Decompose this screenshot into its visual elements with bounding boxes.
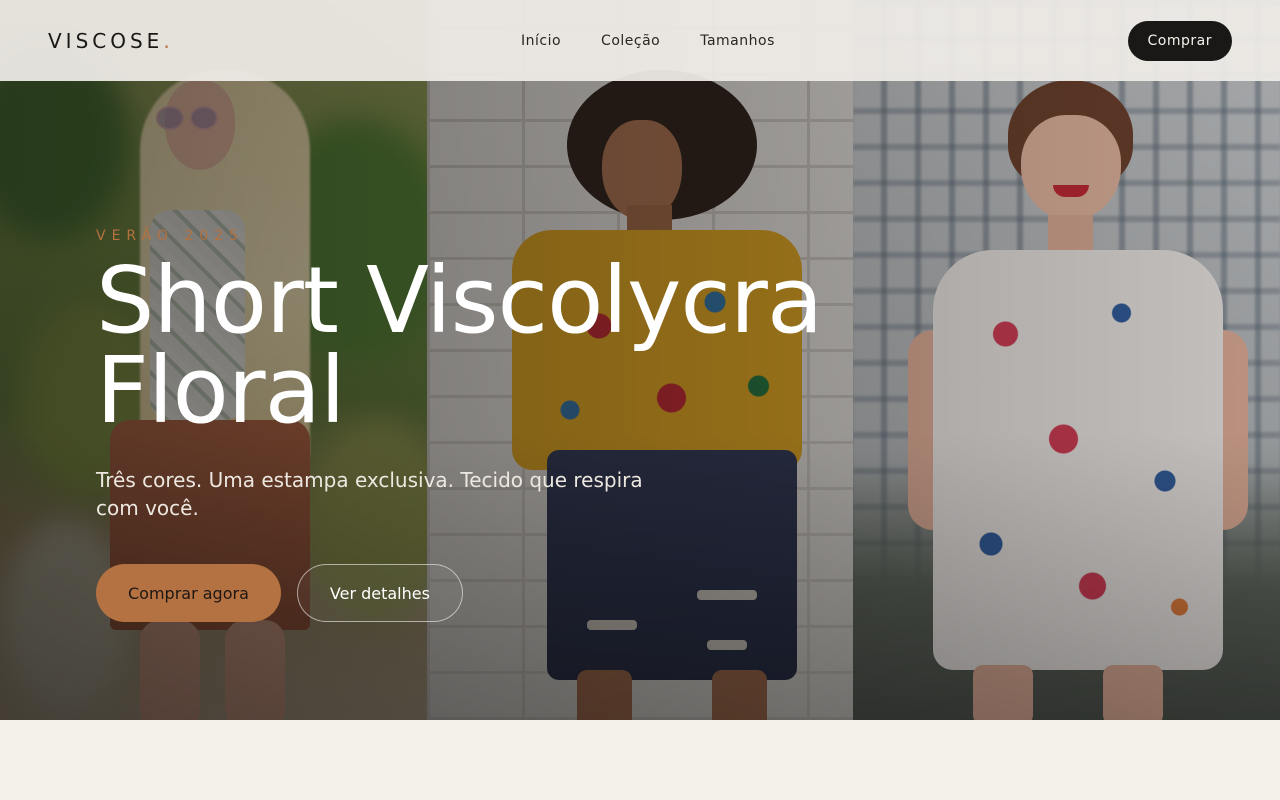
site-header: VISCOSE. Início Coleção Tamanhos Comprar — [0, 0, 1280, 81]
nav-link-inicio[interactable]: Início — [521, 33, 561, 49]
hero-headline: Short Viscolycra Floral — [96, 247, 876, 444]
brand-logo-dot: . — [163, 28, 170, 53]
brand-logo[interactable]: VISCOSE. — [48, 29, 170, 53]
hero-subtitle: Três cores. Uma estampa exclusiva. Tecid… — [96, 468, 643, 520]
buy-now-button[interactable]: Comprar agora — [96, 564, 281, 622]
nav-link-colecao[interactable]: Coleção — [601, 33, 660, 49]
hero-content: VERÃO 2025 Short Viscolycra Floral Três … — [96, 228, 876, 622]
main-nav: Início Coleção Tamanhos — [521, 0, 775, 81]
hero-eyebrow: VERÃO 2025 — [96, 228, 245, 244]
view-details-button[interactable]: Ver detalhes — [296, 564, 463, 622]
page-below-fold — [0, 720, 1280, 800]
hero-headline-line-1: Short Viscolycra — [96, 247, 823, 354]
header-buy-button[interactable]: Comprar — [1127, 20, 1232, 61]
hero-headline-line-2: Floral — [96, 337, 346, 444]
brand-logo-text: VISCOSE — [48, 28, 164, 53]
hero-section: VERÃO 2025 Short Viscolycra Floral Três … — [0, 0, 1280, 720]
nav-link-tamanhos[interactable]: Tamanhos — [700, 33, 775, 49]
hero-cta-row: Comprar agora Ver detalhes — [96, 564, 876, 622]
